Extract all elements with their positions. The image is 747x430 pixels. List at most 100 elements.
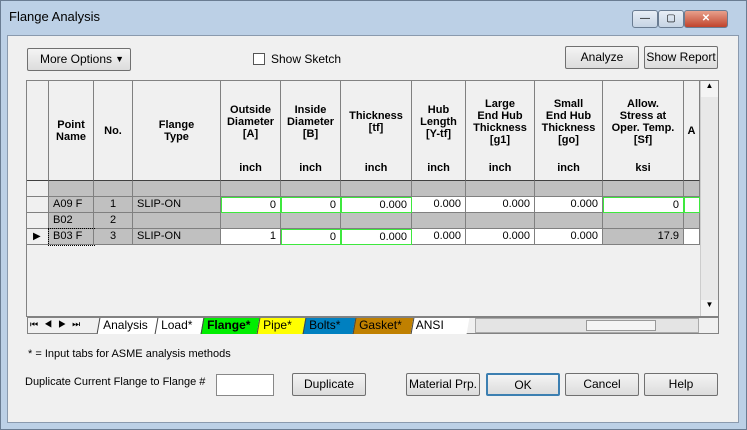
grid-cell[interactable] <box>221 213 281 229</box>
scroll-down-icon[interactable]: ▼ <box>701 300 718 316</box>
grid-cell[interactable] <box>466 213 535 229</box>
grid-cell[interactable]: 0 <box>221 197 281 213</box>
scroll-up-icon[interactable]: ▲ <box>701 81 718 97</box>
grid-cell: 3 <box>94 229 133 245</box>
more-options-dropdown[interactable]: More Options ▼ <box>27 48 131 71</box>
grid-cell[interactable] <box>412 213 466 229</box>
column-header[interactable]: Flange Type <box>133 81 221 181</box>
filter-row-cell <box>133 181 221 197</box>
duplicate-button[interactable]: Duplicate <box>292 373 366 396</box>
scrollbar-thumb[interactable] <box>586 320 656 331</box>
grid-cell[interactable] <box>281 213 341 229</box>
grid-cell[interactable]: 0.000 <box>466 229 535 245</box>
filter-row-cell <box>27 181 49 197</box>
filter-row-cell <box>221 181 281 197</box>
duplicate-flange-input[interactable] <box>216 374 274 396</box>
grid-cell[interactable]: 0.000 <box>412 229 466 245</box>
column-unit: inch <box>239 162 262 174</box>
grid-cell[interactable]: 0.000 <box>535 197 603 213</box>
filter-row-cell <box>684 181 700 197</box>
column-unit: ksi <box>635 162 651 174</box>
column-header[interactable]: Point Name <box>49 81 94 181</box>
show-sketch-checkbox[interactable] <box>253 53 265 65</box>
horizontal-scrollbar[interactable] <box>475 318 699 333</box>
filter-row-cell <box>94 181 133 197</box>
column-header[interactable]: Inside Diameter [B] inch <box>281 81 341 181</box>
maximize-button[interactable]: ▢ <box>658 10 684 28</box>
grid-cell[interactable]: 0 <box>603 197 684 213</box>
grid-cell[interactable]: 0 <box>281 197 341 213</box>
grid-cell[interactable]: 1 <box>221 229 281 245</box>
column-header[interactable]: Hub Length [Y-tf] inch <box>412 81 466 181</box>
tab-analysis[interactable]: Analysis <box>96 318 158 334</box>
grid-cell[interactable]: 0 <box>281 229 341 245</box>
column-header[interactable]: Small End Hub Thickness [go] inch <box>535 81 603 181</box>
grid-cell[interactable]: 0.000 <box>341 197 412 213</box>
tab-navigation-arrows-icon[interactable]: ⏮◀▶⏭ <box>30 319 86 330</box>
more-options-label: More Options <box>40 52 113 66</box>
grid-cell[interactable]: 17.9 <box>603 229 684 245</box>
column-title: Thickness [tf] <box>349 109 403 134</box>
grid-cell <box>133 213 221 229</box>
grid-cell: SLIP-ON <box>133 197 221 213</box>
material-properties-button[interactable]: Material Prp. <box>406 373 480 396</box>
column-unit: inch <box>488 162 512 174</box>
column-title: Outside Diameter [A] <box>226 103 275 140</box>
flange-grid[interactable]: Point Name No. Flange Type Outside Diameter… <box>26 80 719 317</box>
grid-cell[interactable] <box>684 197 700 213</box>
grid-cell: B03 F <box>48 228 95 246</box>
tab-ansiche[interactable]: ANSI Che <box>410 318 470 334</box>
tab-label: Load* <box>161 318 193 332</box>
column-header[interactable]: Thickness [tf] inch <box>341 81 412 181</box>
grid-cell: SLIP-ON <box>133 229 221 245</box>
analyze-button[interactable]: Analyze <box>565 46 639 69</box>
grid-cell[interactable]: 0.000 <box>341 229 412 245</box>
grid-cell: B02 <box>49 213 94 229</box>
column-title: No. <box>104 124 122 137</box>
ok-button[interactable]: OK <box>486 373 560 396</box>
column-title: Flange Type <box>158 118 195 143</box>
tab-label: Bolts* <box>309 318 341 332</box>
help-button[interactable]: Help <box>644 373 718 396</box>
tab-pipe[interactable]: Pipe* <box>256 318 306 334</box>
filter-row-cell <box>603 181 684 197</box>
tab-label: Flange* <box>207 318 251 332</box>
column-unit: inch <box>427 162 450 174</box>
column-title: Large End Hub Thickness [g1] <box>473 97 527 146</box>
vertical-scrollbar[interactable]: ▲ ▼ <box>700 81 718 316</box>
grid-cell[interactable]: 0.000 <box>535 229 603 245</box>
show-report-button[interactable]: Show Report <box>644 46 718 69</box>
column-header[interactable]: Allow. Stress at Oper. Temp. [Sf] ksi <box>603 81 684 181</box>
cancel-button[interactable]: Cancel <box>565 373 639 396</box>
column-title: A <box>687 124 696 137</box>
tab-load[interactable]: Load* <box>154 318 204 334</box>
grid-cell[interactable] <box>684 229 700 245</box>
grid-cell[interactable] <box>341 213 412 229</box>
tab-gasket[interactable]: Gasket* <box>352 318 414 334</box>
row-header-corner <box>27 81 49 181</box>
column-header[interactable]: Large End Hub Thickness [g1] inch <box>466 81 535 181</box>
dropdown-arrow-icon: ▼ <box>115 54 124 64</box>
grid-cell[interactable] <box>603 213 684 229</box>
tab-flange[interactable]: Flange* <box>200 318 260 334</box>
column-header[interactable]: No. <box>94 81 133 181</box>
filter-row-cell <box>281 181 341 197</box>
grid-cell[interactable]: 0.000 <box>466 197 535 213</box>
column-header[interactable]: Outside Diameter [A] inch <box>221 81 281 181</box>
duplicate-label: Duplicate Current Flange to Flange # <box>25 376 206 388</box>
close-button[interactable]: ✕ <box>684 10 728 28</box>
row-selector[interactable]: ▶ <box>27 229 49 245</box>
row-selector[interactable] <box>27 197 49 213</box>
grid-cell[interactable] <box>684 213 700 229</box>
grid-cell[interactable]: 0.000 <box>412 197 466 213</box>
tab-label: ANSI Che <box>415 318 444 334</box>
column-title: Hub Length [Y-tf] <box>420 103 457 140</box>
tab-bolts[interactable]: Bolts* <box>302 318 356 334</box>
column-title: Small End Hub Thickness [go] <box>541 97 596 146</box>
tab-label: Pipe* <box>263 318 292 332</box>
grid-cell[interactable] <box>535 213 603 229</box>
column-header[interactable]: A <box>684 81 700 181</box>
row-selector[interactable] <box>27 213 49 229</box>
grid-cell: A09 F <box>49 197 94 213</box>
minimize-button[interactable]: — <box>632 10 658 28</box>
